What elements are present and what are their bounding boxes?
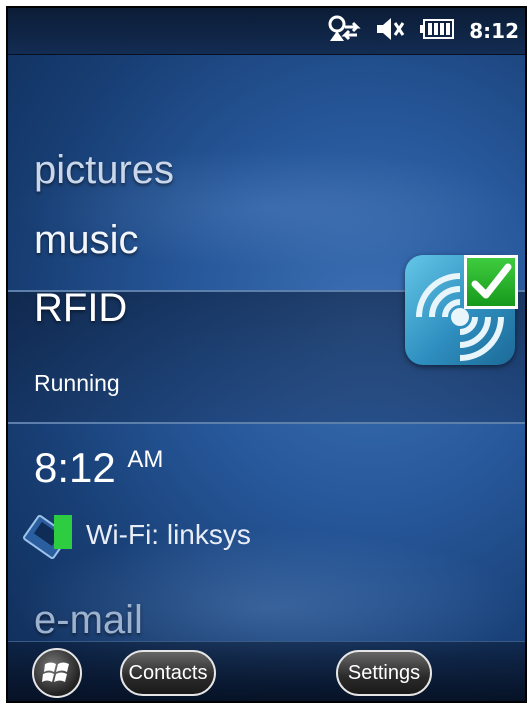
- contacts-button[interactable]: Contacts: [120, 650, 216, 696]
- menu-item-pictures[interactable]: pictures: [34, 148, 174, 193]
- clock-time-value: 8:12: [34, 444, 116, 491]
- device-frame: 8:12 pictures music RFID Running 8:12 AM…: [6, 6, 527, 703]
- menu-item-email[interactable]: e-mail: [34, 598, 143, 643]
- menu-item-rfid[interactable]: RFID: [34, 286, 127, 331]
- settings-button[interactable]: Settings: [336, 650, 432, 696]
- taskbar: Contacts Settings: [8, 641, 525, 701]
- sync-icon[interactable]: [327, 15, 361, 47]
- clock-ampm: AM: [127, 446, 164, 473]
- status-time: 8:12: [469, 19, 519, 43]
- home-screen: 8:12 pictures music RFID Running 8:12 AM…: [8, 8, 525, 701]
- menu-item-music[interactable]: music: [34, 218, 138, 263]
- windows-logo-icon: [42, 662, 69, 682]
- status-icons: 8:12: [327, 15, 519, 47]
- start-button[interactable]: [32, 648, 82, 698]
- battery-icon[interactable]: [419, 18, 455, 44]
- speaker-muted-icon[interactable]: [375, 15, 405, 47]
- wifi-status-text[interactable]: Wi-Fi: linksys: [86, 519, 251, 551]
- rfid-status-text: Running: [34, 370, 120, 396]
- wifi-card-icon: [20, 511, 78, 561]
- check-icon: [464, 255, 518, 309]
- status-bar: 8:12: [8, 8, 525, 55]
- clock-time: 8:12 AM: [34, 444, 163, 492]
